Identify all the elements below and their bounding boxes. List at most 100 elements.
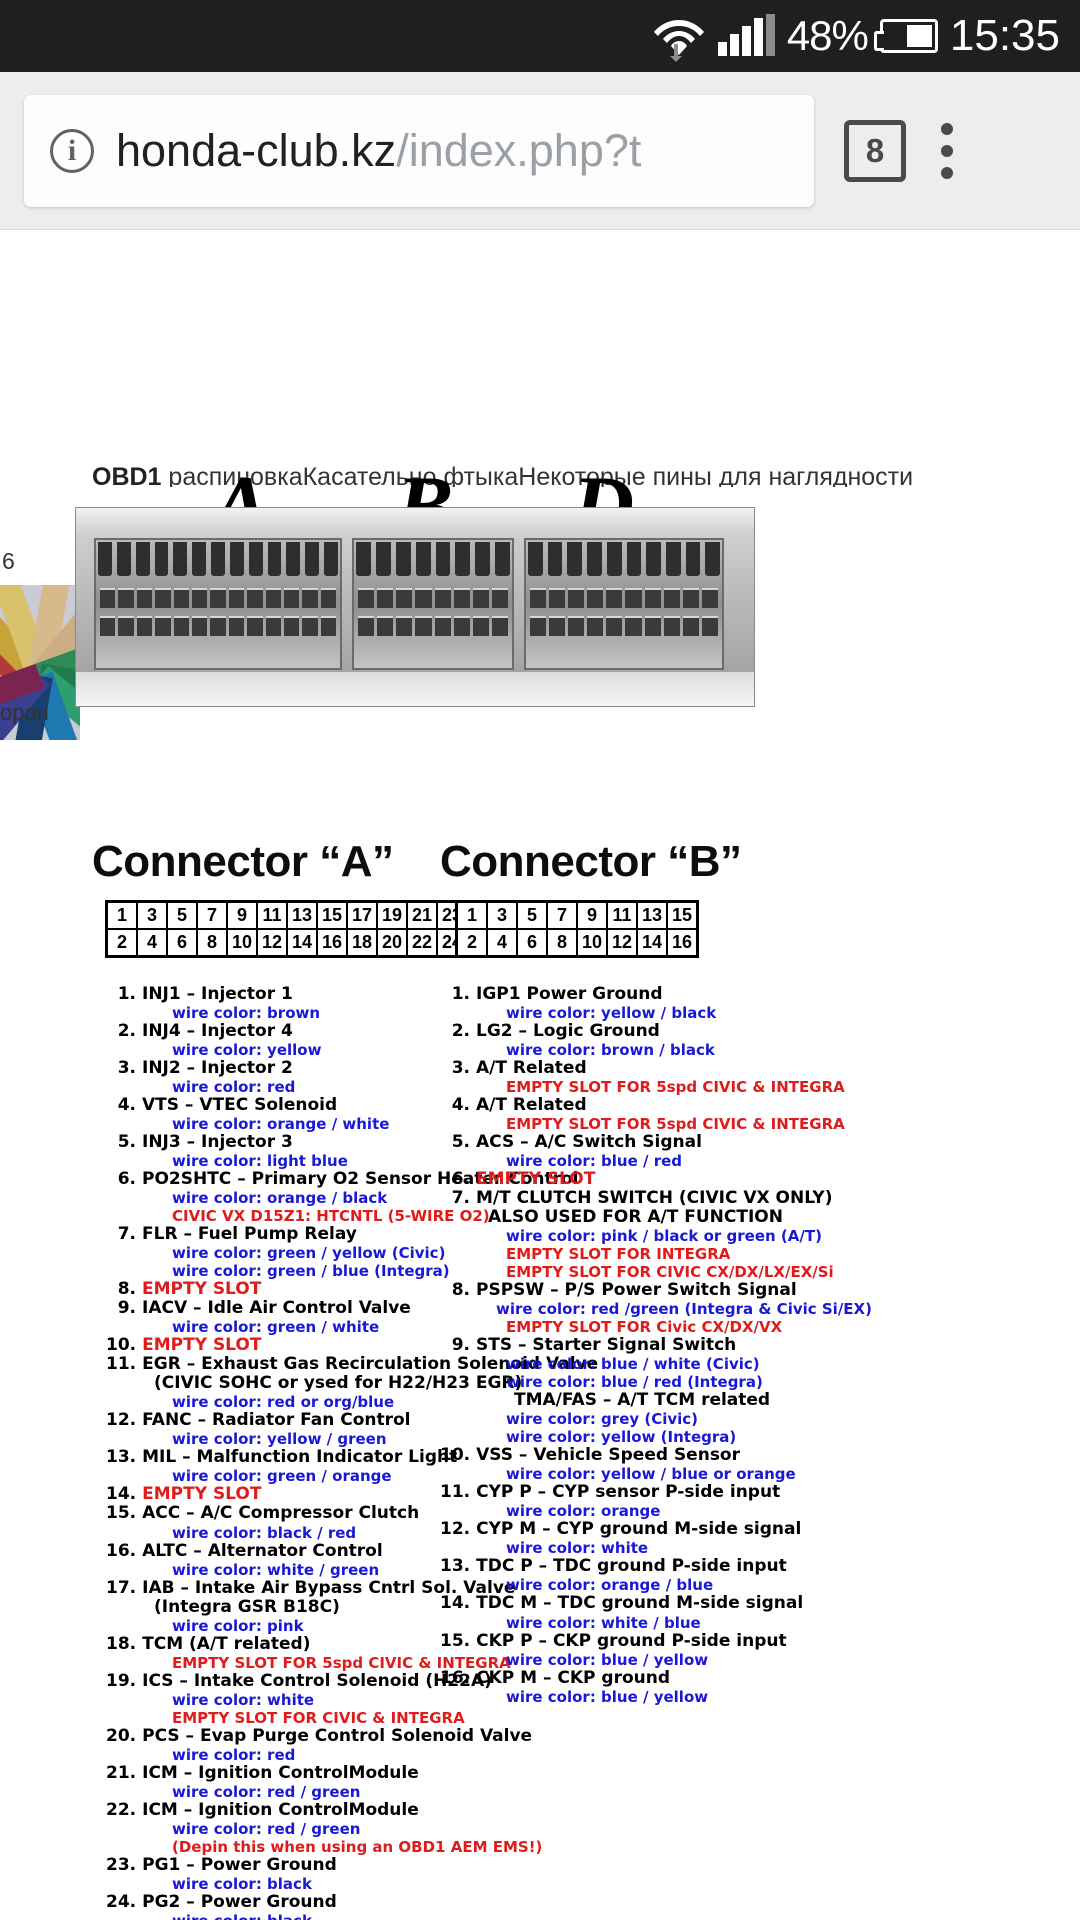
wire-color-text: wire color: yellow / black — [506, 1004, 717, 1023]
tab-switcher-button[interactable]: 8 — [844, 119, 906, 182]
pin-name: STS – Starter Signal Switch — [476, 1335, 737, 1356]
pin-number-cell: 1 — [458, 903, 486, 928]
pin-number-cell: 18 — [348, 930, 376, 955]
pin-name: CKP P – CKP ground P-side input — [476, 1630, 787, 1651]
pin-name: CYP P – CYP sensor P-side input — [476, 1482, 781, 1503]
pin-entry: 8. PSPSW – P/S Power Switch Signal wire co… — [440, 1281, 940, 1337]
page-title-bold: OBD1 — [92, 463, 162, 487]
pin-label: 13. TDC P – TDC ground P-side input — [440, 1557, 940, 1576]
pin-number: 11. — [106, 1354, 137, 1375]
pin-number-cell: 11 — [258, 903, 286, 928]
pin-entry: 4. A/T Related EMPTY SLOT FOR 5spd CIVIC &… — [440, 1096, 940, 1134]
pin-number: 12. — [440, 1519, 471, 1540]
pin-entry: 5. ACS – A/C Switch Signal wire color: blu… — [440, 1133, 940, 1171]
pin-number-cell: 2 — [458, 930, 486, 955]
pin-entry: 20. PCS – Evap Purge Control Solenoid Val… — [106, 1726, 536, 1764]
pin-label: 4. A/T Related — [440, 1096, 940, 1115]
pin-number-cell: 15 — [318, 903, 346, 928]
pin-entry: 10. VSS – Vehicle Speed Sensor wire color:… — [440, 1445, 940, 1484]
pin-number: 2. — [117, 1021, 136, 1042]
pin-number: 22. — [106, 1799, 137, 1820]
pin-name: A/T Related — [476, 1058, 587, 1079]
kebab-menu-icon[interactable] — [940, 122, 954, 179]
pin-number: 3. — [451, 1058, 470, 1079]
pin-number: 13. — [440, 1556, 471, 1577]
pin-number: 21. — [106, 1762, 137, 1783]
pin-name: INJ3 – Injector 3 — [142, 1132, 293, 1153]
pin-number-cell: 19 — [378, 903, 406, 928]
pin-entry: 22. ICM – Ignition ControlModule wire colo… — [106, 1799, 543, 1856]
pin-number: 12. — [106, 1410, 137, 1431]
pin-name: TDC M – TDC ground M-side signal — [476, 1593, 804, 1614]
url-bar[interactable]: i honda-club.kz/index.php?t — [24, 94, 814, 207]
empty-slot-note: (Depin this when using an OBD1 AEM EMS!) — [172, 1837, 543, 1856]
page-title-rest: распиновкаКасательно фтыкаНекоторые пины… — [161, 463, 914, 487]
pin-number: 7. — [451, 1188, 470, 1209]
android-status-bar: 48% 15:35 — [0, 0, 1080, 72]
pin-number-cell: 7 — [198, 903, 226, 928]
pin-number: 10. — [440, 1445, 471, 1466]
url-text: honda-club.kz/index.php?t — [116, 128, 641, 173]
pin-name: ALTC – Alternator Control — [142, 1540, 383, 1561]
status-bar-clock: 15:35 — [949, 11, 1060, 60]
site-info-icon[interactable]: i — [50, 128, 94, 173]
pin-number: 14. — [106, 1484, 137, 1505]
wire-color-text: wire color: orange / blue — [506, 1576, 714, 1595]
web-page-content: OBD1 распиновкаКасательно фтыкаНекоторые… — [0, 230, 1080, 1920]
pin-number-cell: 4 — [138, 930, 166, 955]
pin-entry: 21. ICM – Ignition ControlModule wire colo… — [106, 1762, 536, 1801]
pin-number-cell: 10 — [578, 930, 606, 955]
pin-name: EMPTY SLOT — [142, 1484, 262, 1505]
wire-color-text: wire color: white / blue — [506, 1613, 701, 1632]
connector-b-title: Connector “B” — [440, 837, 742, 886]
pin-number-cell: 14 — [638, 930, 666, 955]
pin-number-cell: 6 — [168, 930, 196, 955]
pin-label: 16. CKP M – CKP ground — [440, 1667, 940, 1688]
pin-name: CYP M – CYP ground M-side signal — [476, 1519, 802, 1540]
pin-label-continuation: ALSO USED FOR A/T FUNCTION — [488, 1207, 783, 1228]
wire-color-text: wire color: yellow (Integra) — [506, 1428, 737, 1447]
sidebar-number: 6 — [2, 548, 15, 574]
wire-color-text: wire color: brown / black — [506, 1041, 715, 1060]
empty-slot-note: EMPTY SLOT FOR INTEGRA — [506, 1245, 731, 1264]
browser-toolbar: i honda-club.kz/index.php?t 8 — [0, 72, 1080, 230]
pin-number: 16. — [440, 1667, 471, 1688]
pin-entry: 13. TDC P – TDC ground P-side input wire c… — [440, 1557, 940, 1595]
wire-color-text: wire color: blue / red — [506, 1152, 683, 1171]
wire-color-text: wire color: blue / red (Integra) — [506, 1373, 763, 1392]
pin-entry: 3. A/T Related EMPTY SLOT FOR 5spd CIVIC &… — [440, 1058, 940, 1097]
pin-number-cell: 16 — [318, 930, 346, 955]
pin-number-cell: 14 — [288, 930, 316, 955]
pin-entry: 14. TDC M – TDC ground M-side signal wire … — [440, 1593, 940, 1632]
pin-number-cell: 16 — [668, 930, 696, 955]
pin-number-cell: 12 — [258, 930, 286, 955]
pin-number: 1. — [451, 984, 470, 1004]
connector-b-grid-row-odd: 1 3 5 7 9 11 13 15 — [458, 903, 696, 928]
pin-label: 5. ACS – A/C Switch Signal — [440, 1133, 940, 1152]
pin-name: TDC P – TDC ground P-side input — [476, 1556, 787, 1577]
pin-number: 9. — [117, 1298, 136, 1319]
pin-name: EMPTY SLOT — [142, 1335, 262, 1356]
wire-color-text: wire color: black — [106, 1912, 536, 1920]
pin-label: 2. LG2 – Logic Ground — [440, 1021, 940, 1042]
pin-number: 2. — [451, 1021, 470, 1042]
pin-number-cell: 6 — [518, 930, 546, 955]
pin-number-cell: 8 — [548, 930, 576, 955]
pin-label: 6. EMPTY SLOT — [440, 1170, 940, 1189]
pin-number-cell: 5 — [518, 903, 546, 928]
pin-number: 15. — [440, 1630, 471, 1651]
pin-number-cell: 9 — [578, 903, 606, 928]
pin-number-cell: 3 — [488, 903, 516, 928]
pin-number-cell: 8 — [198, 930, 226, 955]
pin-name: PG1 – Power Ground — [142, 1854, 337, 1875]
pin-label: 24. PG2 – Power Ground — [106, 1891, 536, 1912]
pin-label: 11. CYP P – CYP sensor P-side input — [440, 1483, 940, 1502]
pin-number: 17. — [106, 1577, 137, 1598]
pin-number: 24. — [106, 1891, 137, 1912]
empty-slot-note: EMPTY SLOT FOR Civic CX/DX/VX — [506, 1318, 783, 1337]
pin-number: 13. — [106, 1447, 137, 1468]
pin-label: 7. M/T CLUTCH SWITCH (CIVIC VX ONLY) — [440, 1189, 940, 1208]
pin-number: 11. — [440, 1482, 471, 1503]
pin-number-cell: 13 — [638, 903, 666, 928]
pin-number-cell: 7 — [548, 903, 576, 928]
